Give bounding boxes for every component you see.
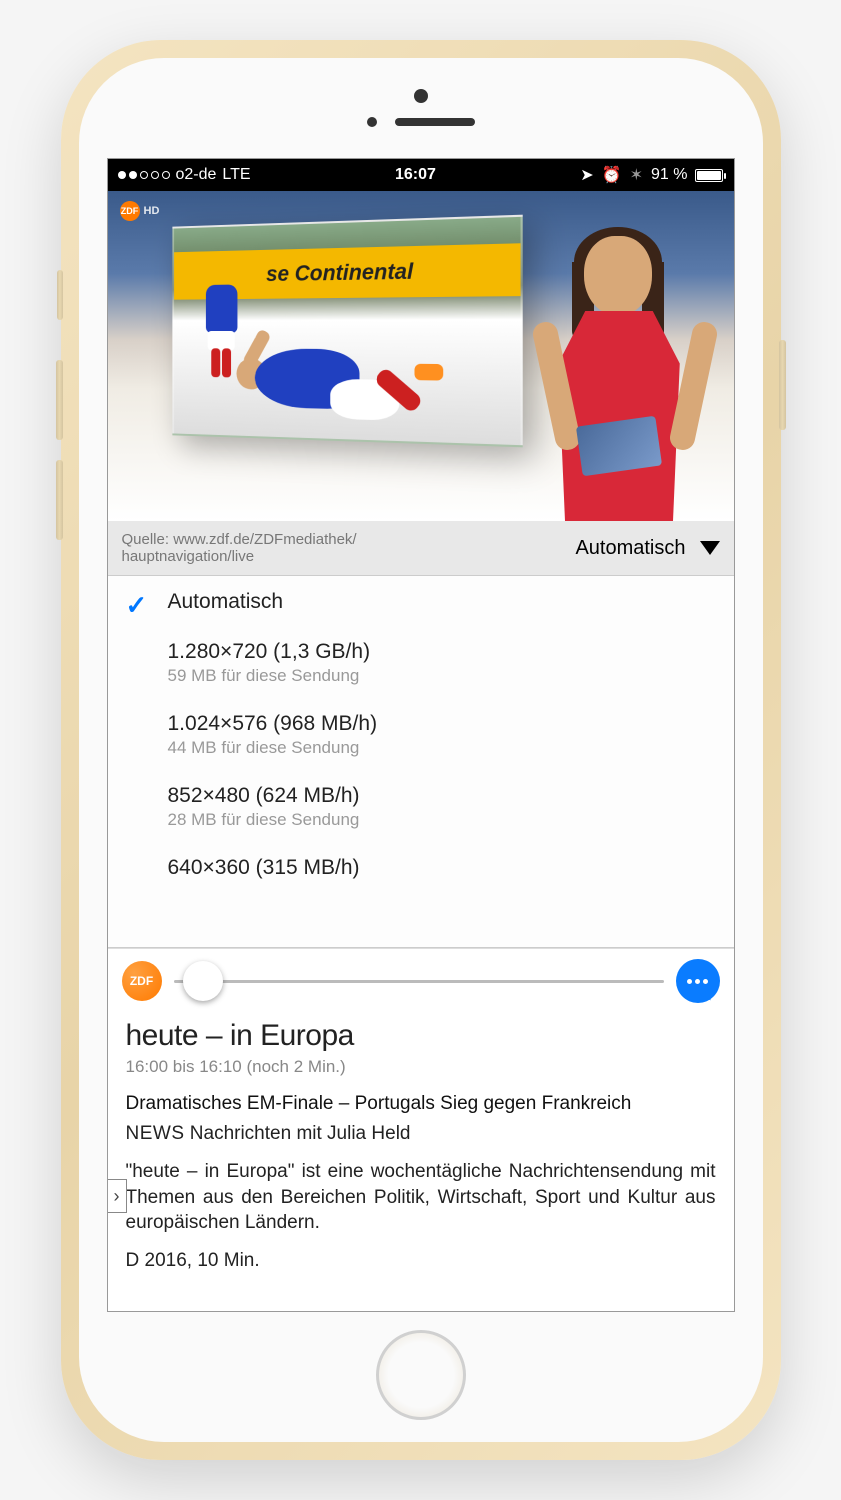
volume-up-button bbox=[56, 360, 63, 440]
earpiece-icon bbox=[395, 118, 475, 126]
volume-down-button bbox=[56, 460, 63, 540]
quality-option-576[interactable]: 1.024×576 (968 MB/h) 44 MB für diese Sen… bbox=[108, 698, 734, 770]
program-headline: Dramatisches EM-Finale – Portugals Sieg … bbox=[126, 1093, 716, 1115]
injured-player-figure bbox=[200, 319, 450, 423]
category-label: NEWS bbox=[126, 1123, 185, 1144]
chevron-right-icon: › bbox=[114, 1186, 120, 1207]
screen: o2-de LTE 16:07 ➤ ⏰ ✶ 91 % ZDF HD bbox=[107, 158, 735, 1312]
expand-sidebar-button[interactable]: › bbox=[108, 1179, 127, 1213]
battery-icon bbox=[695, 169, 723, 182]
status-bar: o2-de LTE 16:07 ➤ ⏰ ✶ 91 % bbox=[108, 159, 734, 191]
program-description: "heute – in Europa" ist eine wochentägli… bbox=[126, 1159, 716, 1236]
chat-button[interactable] bbox=[676, 959, 720, 1003]
sensor-icon bbox=[367, 117, 377, 127]
studio-monitor: se Continental bbox=[172, 215, 522, 448]
quality-option-720[interactable]: 1.280×720 (1,3 GB/h) 59 MB für diese Sen… bbox=[108, 626, 734, 698]
category-detail: Nachrichten mit Julia Held bbox=[190, 1123, 411, 1144]
hd-badge: HD bbox=[144, 205, 160, 217]
channel-logo-icon[interactable]: ZDF bbox=[122, 961, 162, 1001]
location-icon: ➤ bbox=[580, 165, 593, 185]
alarm-icon: ⏰ bbox=[602, 165, 622, 185]
source-row: Quelle: www.zdf.de/ZDFmediathek/ hauptna… bbox=[108, 521, 734, 575]
video-player[interactable]: ZDF HD se Continental bbox=[108, 191, 734, 521]
source-label: Quelle: www.zdf.de/ZDFmediathek/ hauptna… bbox=[122, 531, 357, 565]
slider-thumb-icon[interactable] bbox=[183, 961, 223, 1001]
quality-dropdown-label: Automatisch bbox=[575, 537, 685, 560]
phone-bezel: o2-de LTE 16:07 ➤ ⏰ ✶ 91 % ZDF HD bbox=[79, 58, 763, 1442]
front-camera-icon bbox=[414, 89, 428, 103]
quality-option-360[interactable]: 640×360 (315 MB/h) bbox=[108, 842, 734, 892]
program-details: heute – in Europa 16:00 bis 16:10 (noch … bbox=[108, 1009, 734, 1311]
quality-option-automatic[interactable]: ✓ Automatisch bbox=[108, 576, 734, 626]
channel-badge: ZDF HD bbox=[120, 201, 160, 221]
mute-switch bbox=[57, 270, 63, 320]
playback-progress-row: ZDF bbox=[108, 948, 734, 1009]
news-presenter-figure bbox=[524, 221, 724, 521]
program-category-line: NEWS Nachrichten mit Julia Held bbox=[126, 1123, 716, 1145]
quality-list: ✓ Automatisch 1.280×720 (1,3 GB/h) 59 MB… bbox=[108, 575, 734, 948]
phone-top-sensors bbox=[79, 58, 763, 158]
quality-option-480[interactable]: 852×480 (624 MB/h) 28 MB für diese Sendu… bbox=[108, 770, 734, 842]
signal-strength-icon bbox=[118, 171, 170, 179]
program-title: heute – in Europa bbox=[126, 1019, 716, 1053]
chevron-down-icon bbox=[700, 541, 720, 555]
checkmark-icon: ✓ bbox=[126, 590, 148, 621]
power-button bbox=[779, 340, 786, 430]
program-time: 16:00 bis 16:10 (noch 2 Min.) bbox=[126, 1057, 716, 1077]
phone-frame: o2-de LTE 16:07 ➤ ⏰ ✶ 91 % ZDF HD bbox=[61, 40, 781, 1460]
network-label: LTE bbox=[222, 166, 250, 184]
battery-pct-label: 91 % bbox=[651, 166, 687, 184]
home-button bbox=[376, 1330, 466, 1420]
quality-dropdown-toggle[interactable]: Automatisch bbox=[575, 537, 719, 560]
carrier-label: o2-de bbox=[176, 166, 217, 184]
progress-slider[interactable] bbox=[174, 980, 664, 983]
zdf-logo-icon: ZDF bbox=[120, 201, 140, 221]
program-meta: D 2016, 10 Min. bbox=[126, 1250, 716, 1272]
clock-label: 16:07 bbox=[395, 166, 436, 184]
bluetooth-icon: ✶ bbox=[630, 165, 643, 185]
